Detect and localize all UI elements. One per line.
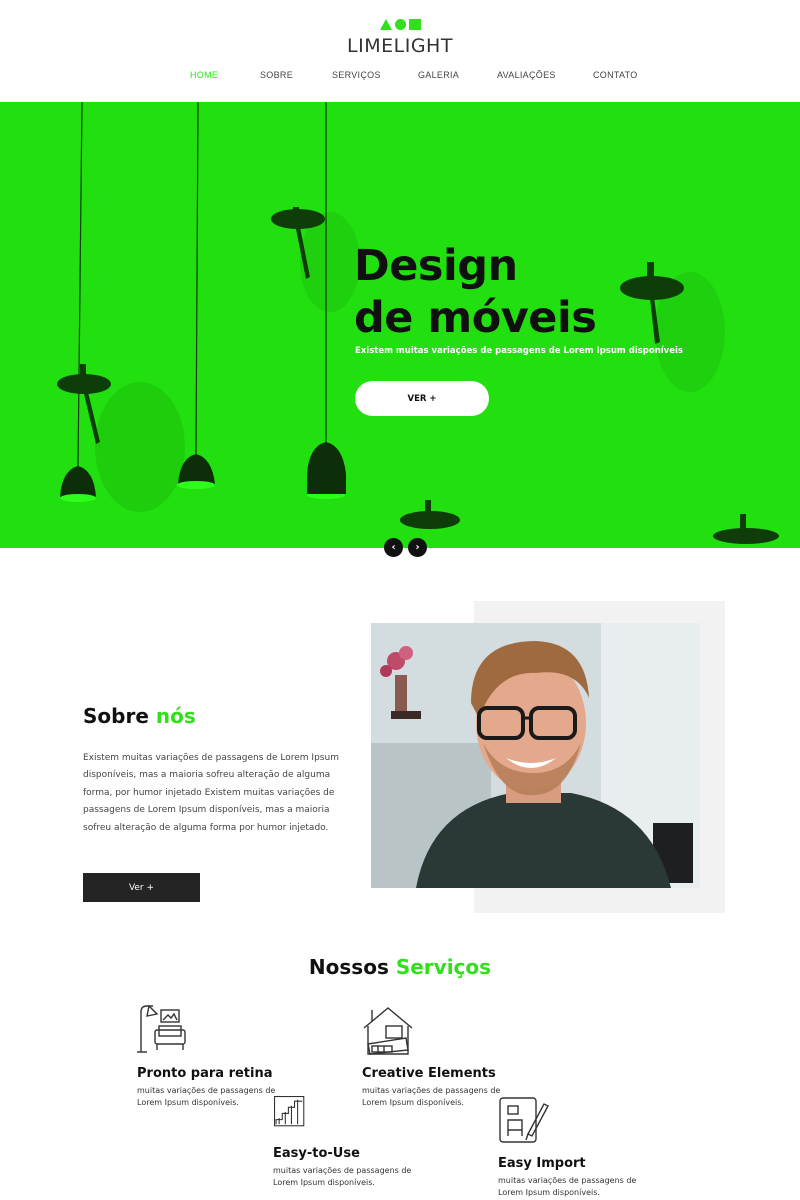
house-furniture-icon xyxy=(363,1007,413,1055)
main-nav: HOME SOBRE SERVIÇOS GALERIA AVALIAÇÕES C… xyxy=(0,70,800,84)
service-desc: muitas variações de passagens de Lorem I… xyxy=(498,1176,637,1197)
site-header: LIMELIGHT HOME SOBRE SERVIÇOS GALERIA AV… xyxy=(0,0,800,102)
about-text: Existem muitas variações de passagens de… xyxy=(83,753,339,833)
logo-text: LIMELIGHT xyxy=(347,35,453,57)
nav-galeria[interactable]: GALERIA xyxy=(418,70,459,80)
nav-contato[interactable]: CONTATO xyxy=(593,70,638,80)
slider-arrows: ‹ › xyxy=(384,538,427,557)
service-title: Easy-to-Use xyxy=(273,1146,360,1161)
hero-subtitle: Existem muitas variações de passagens de… xyxy=(355,346,683,356)
service-card: Easy Import muitas variações de passagen… xyxy=(498,1094,668,1199)
hero-title: Design de móveis xyxy=(354,241,597,343)
stairs-icon xyxy=(274,1096,305,1127)
logo-shapes-icon xyxy=(0,18,800,30)
service-card: Easy-to-Use muitas variações de passagen… xyxy=(273,1094,443,1189)
service-desc: muitas variações de passagens de Lorem I… xyxy=(137,1086,276,1107)
service-title: Creative Elements xyxy=(362,1066,496,1081)
service-title: Easy Import xyxy=(498,1156,586,1171)
chevron-left-icon[interactable]: ‹ xyxy=(384,538,403,557)
about-photo xyxy=(371,623,700,888)
chevron-right-icon[interactable]: › xyxy=(408,538,427,557)
logo[interactable]: LIMELIGHT xyxy=(0,18,800,57)
nav-servicos[interactable]: SERVIÇOS xyxy=(332,70,381,80)
hero-ver-button[interactable]: VER + xyxy=(355,381,489,416)
services-title: Nossos Serviços xyxy=(308,955,492,979)
armchair-lamp-icon xyxy=(137,1004,186,1053)
nav-home[interactable]: HOME xyxy=(190,70,218,80)
about-ver-button[interactable]: Ver + xyxy=(83,873,200,902)
hero-slider: Design de móveis Existem muitas variaçõe… xyxy=(0,102,800,548)
service-desc: muitas variações de passagens de Lorem I… xyxy=(273,1166,412,1187)
nav-avaliacoes[interactable]: AVALIAÇÕES xyxy=(497,70,556,80)
nav-sobre[interactable]: SOBRE xyxy=(260,70,293,80)
person-portrait-image xyxy=(371,623,700,888)
blueprint-chair-icon xyxy=(499,1097,549,1143)
about-title: Sobre nós xyxy=(83,704,196,728)
service-title: Pronto para retina xyxy=(137,1066,273,1081)
